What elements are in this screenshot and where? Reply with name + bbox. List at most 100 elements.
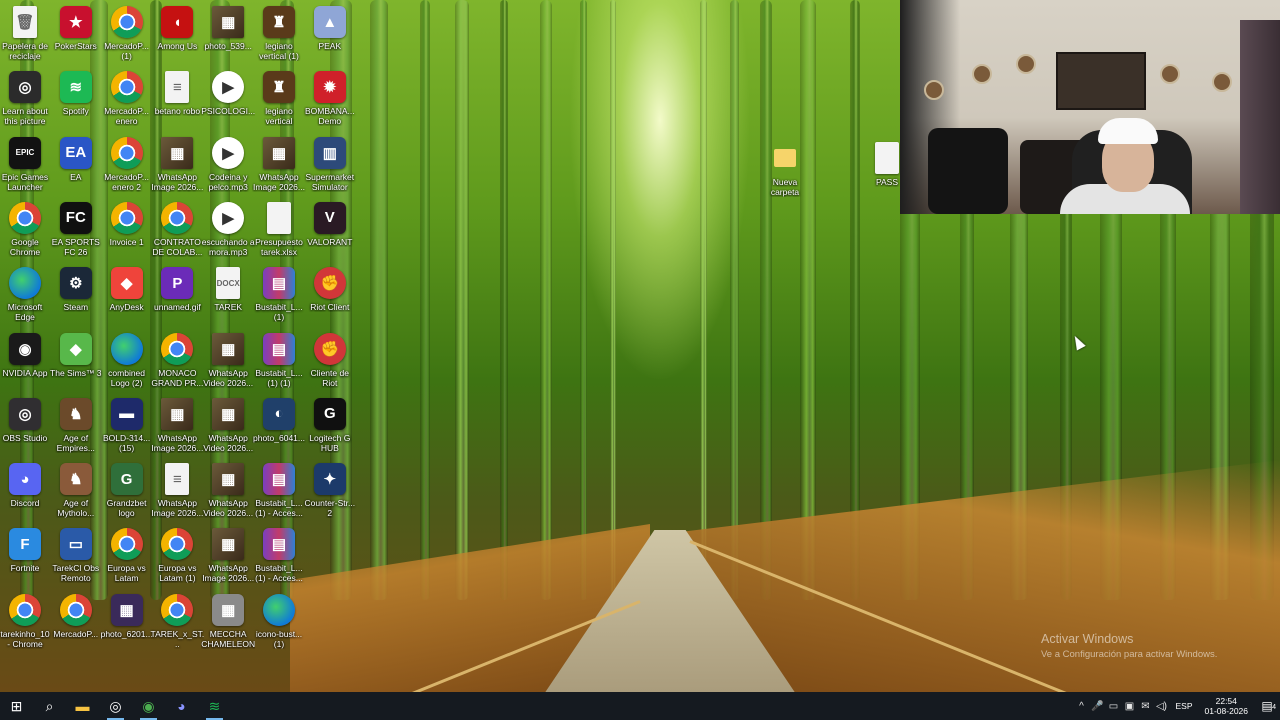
desktop-icon[interactable]: ▦ WhatsApp Image 2026... (202, 526, 254, 590)
chrome-shortcut-icon (59, 593, 92, 626)
desktop-icon[interactable]: EA EA (51, 135, 101, 199)
desktop-icon[interactable]: ▤ Bustabit_L... (1) - Acces... (254, 526, 304, 590)
desktop-icon[interactable]: ◖ Among Us (152, 4, 202, 68)
desktop-icon[interactable]: ✊ Cliente de Riot (305, 331, 355, 395)
desktop-icon[interactable]: G Logitech G HUB (305, 396, 355, 460)
desktop-icon[interactable]: ≡ betano robo (152, 69, 202, 133)
desktop-icon-label: Discord (10, 498, 40, 509)
desktop-icon[interactable]: ◐ photo_6041... (253, 396, 305, 460)
desktop-icon[interactable]: ◆ The Sims™ 3 (50, 331, 102, 395)
desktop-icon[interactable]: ▶ PSICOLOGI... (201, 69, 255, 133)
desktop-icon[interactable]: ▦ photo_539... (203, 4, 253, 68)
desktop-icon[interactable]: ◎ Learn about this picture (0, 69, 50, 133)
desktop-icon[interactable]: ♜ legiano vertical (254, 69, 304, 133)
desktop-icon[interactable]: ✦ Counter-Str... 2 (305, 461, 355, 525)
desktop-icon[interactable]: FC EA SPORTS FC 26 (51, 200, 101, 264)
desktop-icon[interactable]: Presupuesto tarek.xlsx (254, 200, 304, 264)
desktop-icon[interactable]: ♜ legiano vertical (1) (254, 4, 304, 68)
desktop-icon[interactable]: ▤ Bustabit_L... (1) (1) (254, 331, 304, 395)
image-file-icon: ▦ (263, 136, 295, 169)
desktop-icon[interactable]: DOCX TAREK (203, 265, 253, 329)
desktop-icon[interactable]: combined Logo (2) (102, 331, 152, 395)
desktop-icon[interactable]: ▦ photo_6201... (101, 592, 153, 656)
desktop-icon[interactable]: ▦ WhatsApp Video 2026... (203, 396, 253, 460)
desktop-icon[interactable]: 🗑 Papelera de reciclaje (0, 4, 50, 68)
desktop-icon[interactable]: ▤ Bustabit_L... (1) (254, 265, 304, 329)
wall-plate (1160, 64, 1180, 84)
clock[interactable]: 22:54 01-08-2026 (1205, 696, 1248, 716)
desktop-icon[interactable]: G Grandzbet logo (102, 461, 152, 525)
desktop-icon[interactable]: Microsoft Edge (0, 265, 50, 329)
desktop-icon[interactable]: Punnamed.gif (152, 265, 202, 329)
armchair (928, 128, 1008, 214)
image-file-icon: ▦ (212, 528, 245, 561)
start-button[interactable]: ⊞ (0, 692, 33, 720)
winrar-icon: ▤ (263, 332, 295, 365)
network-icon[interactable]: ✉ (1138, 701, 1154, 712)
app-tray-icon[interactable]: ▣ (1122, 701, 1138, 712)
desktop-icon[interactable]: V VALORANT (305, 200, 355, 264)
desktop-icon[interactable]: Invoice 1 (102, 200, 152, 264)
desktop-icon[interactable]: MercadoP... enero (102, 69, 152, 133)
desktop-icon[interactable]: F Fortnite (0, 526, 50, 590)
desktop-icon[interactable]: ✹ BOMBANA... Demo (305, 69, 355, 133)
desktop-icon-label: MercadoP... enero (104, 106, 149, 127)
desktop-icon[interactable]: ▦ WhatsApp Image 2026... (151, 396, 203, 460)
language-indicator[interactable]: ESP (1176, 701, 1193, 711)
desktop-icon[interactable]: MercadoP... (1) (102, 4, 152, 68)
desktop-icon[interactable]: Europa vs Latam (1) (152, 526, 202, 590)
taskbar-app-button[interactable]: ◉ (132, 692, 165, 720)
desktop-icon[interactable]: ◎ OBS Studio (0, 396, 50, 460)
desktop-icon[interactable]: ⚙ Steam (51, 265, 101, 329)
desktop-icon[interactable]: ▬ BOLD-314... (15) (102, 396, 152, 460)
desktop-icon[interactable]: MercadoP... enero 2 (102, 135, 152, 199)
taskbar-app-button[interactable]: ≋ (198, 692, 231, 720)
desktop-icon[interactable]: ▶ Codeina y pelco.mp3 (203, 135, 253, 199)
image-file-icon: ▦ (161, 397, 194, 430)
taskbar-app-button[interactable]: ◎ (99, 692, 132, 720)
taskbar-app-button[interactable]: ◕ (165, 692, 198, 720)
desktop-icon[interactable]: EPIC Epic Games Launcher (0, 135, 50, 199)
taskbar-app-button[interactable]: ▬ (66, 692, 99, 720)
desktop-icon[interactable]: ▦ MECCHA CHAMELEON (201, 592, 255, 656)
desktop-item-nueva-carpeta[interactable]: Nueva carpeta (760, 140, 810, 204)
notifications-button[interactable]: ▤ 4 (1254, 699, 1280, 713)
desktop-icon[interactable]: ▲ PEAK (305, 4, 355, 68)
desktop-icon[interactable]: Europa vs Latam (102, 526, 152, 590)
chrome-shortcut-icon (161, 528, 194, 561)
desktop-icon[interactable]: ◉ NVIDIA App (0, 331, 50, 395)
microphone-icon[interactable]: 🎤 (1090, 701, 1106, 712)
desktop-icon[interactable]: ♞ Age of Mytholo... (51, 461, 101, 525)
desktop-icon[interactable]: ▦ WhatsApp Image 2026... (253, 135, 305, 199)
volume-icon[interactable]: ◁) (1154, 701, 1170, 712)
search-button[interactable]: ⌕ (33, 692, 66, 720)
desktop-icon[interactable]: icono-bust... (1) (254, 592, 304, 656)
desktop-icon-label: Among Us (157, 41, 198, 51)
desktop-icon[interactable]: CONTRATO DE COLAB... (152, 200, 202, 264)
desktop-icon[interactable]: ▦ WhatsApp Video 2026... (203, 331, 253, 395)
desktop-icon[interactable]: Google Chrome (0, 200, 50, 264)
desktop-icon[interactable]: MercadoP... (51, 592, 101, 656)
desktop-icon[interactable]: ≋ Spotify (51, 69, 101, 133)
desktop-icon[interactable]: ▶ escuchando a mora.mp3 (202, 200, 255, 264)
desktop-icon[interactable]: ✊ Riot Client (305, 265, 355, 329)
desktop-icon[interactable]: ▤ Bustabit_L... (1) - Acces... (254, 461, 304, 525)
taskbar: ⊞ ⌕ ▬ ◎ ◉ ◕ ≋ ^ 🎤 ▭ ▣ ✉ ◁) ESP 22:54 01-08-2… (0, 692, 1280, 720)
desktop-icon[interactable]: MONACO GRAND PR... (151, 331, 203, 395)
desktop-icon[interactable]: ♞ Age of Empires... (51, 396, 101, 460)
desktop-icon[interactable]: ▦ WhatsApp Video 2026... (203, 461, 253, 525)
desktop-icon[interactable]: ◕ Discord (0, 461, 50, 525)
desktop-icon[interactable]: TAREK_x_ST... (151, 592, 204, 656)
display-icon[interactable]: ▭ (1106, 701, 1122, 712)
image-file-icon: G (110, 463, 143, 496)
desktop-icon[interactable]: ▥ Supermarket Simulator (305, 135, 355, 199)
desktop-icon[interactable]: ≡ WhatsApp Image 2026... (151, 461, 203, 525)
desktop-icon[interactable]: ◆ AnyDesk (102, 265, 152, 329)
tray-overflow-chevron-icon[interactable]: ^ (1074, 701, 1090, 712)
bamboo-stalk (760, 0, 772, 600)
desktop-icon[interactable]: tarekinho_10 - Chrome (0, 592, 50, 656)
desktop-icon-label: MercadoP... (53, 628, 99, 639)
desktop-icon[interactable]: ▦ WhatsApp Image 2026... (151, 135, 203, 199)
desktop-icon[interactable]: ▭ TarekCl Obs Remoto (51, 526, 101, 590)
desktop-icon[interactable]: ★ PokerStars (51, 4, 101, 68)
